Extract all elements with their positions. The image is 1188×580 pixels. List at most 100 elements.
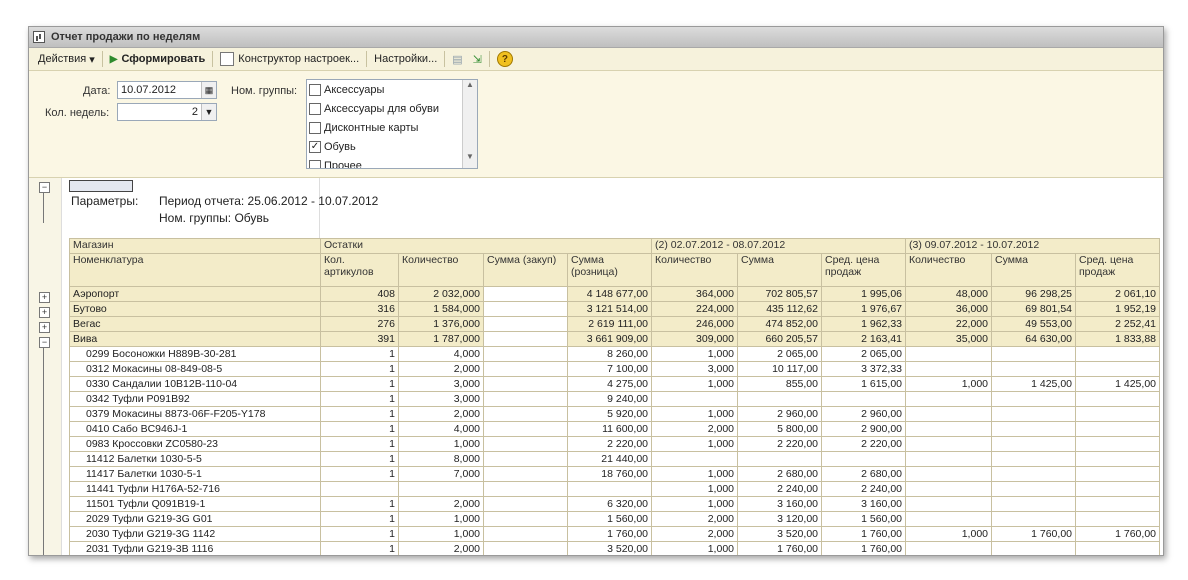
group-item[interactable]: Прочее	[307, 156, 477, 168]
checkbox[interactable]	[309, 83, 321, 96]
store-row[interactable]: Вегас 276 1 376,000 2 619 111,00 246,000 474 …	[69, 316, 1160, 332]
table-row[interactable]: 11441 Туфли H176A-52-716 1,000 2 240,00 2 2…	[69, 481, 1160, 497]
groups-param-text: Ном. группы: Обувь	[159, 211, 270, 225]
cell: 96 298,25	[991, 286, 1076, 302]
collapse-icon[interactable]: −	[39, 182, 50, 193]
table-row[interactable]: 11417 Балетки 1030-5-1 1 7,000 18 760,00 1,0…	[69, 466, 1160, 482]
table-row[interactable]: 0379 Мокасины 8873-06F-F205-Y178 1 2,000 5 …	[69, 406, 1160, 422]
group-item[interactable]: Дисконтные карты	[307, 118, 477, 137]
item-name: 0983 Кроссовки ZC0580-23	[69, 436, 321, 452]
cell	[1075, 481, 1160, 497]
scrollbar[interactable]: ▲ ▼	[462, 80, 477, 168]
save-settings-button[interactable]: ⇲	[468, 49, 487, 69]
cell: 1,000	[398, 526, 484, 542]
cell: 2 680,00	[737, 466, 822, 482]
report-icon	[33, 31, 45, 43]
cell	[1075, 466, 1160, 482]
table-row[interactable]: 11501 Туфли Q091B19-1 1 2,000 6 320,00 1,000…	[69, 496, 1160, 512]
item-name: 11412 Балетки 1030-5-5	[69, 451, 321, 467]
cell: 35,000	[905, 331, 992, 347]
checkbox-checked[interactable]: ✓	[309, 140, 321, 153]
group-item[interactable]: ✓ Обувь	[307, 137, 477, 156]
store-row[interactable]: Аэропорт 408 2 032,000 4 148 677,00 364,000 7…	[69, 286, 1160, 302]
table-row[interactable]: 0312 Мокасины 08-849-08-5 1 2,000 7 100,00 3…	[69, 361, 1160, 377]
cell	[483, 406, 568, 422]
subheader-row: Номенклатура Кол. артикулов Количество С…	[69, 253, 1160, 287]
store-name: Бутово	[69, 301, 321, 317]
cell: 3 372,33	[821, 361, 906, 377]
table-row[interactable]: 0330 Сандалии 10B12B-110-04 1 3,000 4 275,0…	[69, 376, 1160, 392]
scroll-up-icon[interactable]: ▲	[463, 80, 477, 96]
constructor-button[interactable]: Конструктор настроек...	[215, 49, 364, 69]
chevron-down-icon[interactable]: ▼	[201, 104, 216, 120]
weeks-field[interactable]: 2 ▼	[117, 103, 217, 121]
table-row[interactable]: 2031 Туфли G219-3B 1116 1 2,000 3 520,00 1,0…	[69, 541, 1160, 555]
cell: 1	[320, 376, 399, 392]
help-button[interactable]: ?	[492, 49, 518, 69]
checkbox[interactable]	[309, 102, 321, 115]
cell: 1	[320, 406, 399, 422]
cell	[821, 451, 906, 467]
cell	[991, 406, 1076, 422]
cell: 309,000	[651, 331, 738, 347]
expand-icon[interactable]: +	[39, 307, 50, 318]
cell: 1,000	[398, 511, 484, 527]
col-stock: Остатки	[320, 238, 652, 254]
cell: 3 160,00	[737, 496, 822, 512]
table-row[interactable]: 2029 Туфли G219-3G G01 1 1,000 1 560,00 2,00…	[69, 511, 1160, 527]
table-row[interactable]: 2030 Туфли G219-3G 1142 1 1,000 1 760,00 2,0…	[69, 526, 1160, 542]
cell	[905, 481, 992, 497]
report-table-wrap: Магазин Остатки (2) 02.07.2012 - 08.07.2…	[69, 238, 1161, 555]
checkbox[interactable]	[309, 159, 321, 168]
settings-form: Дата: 10.07.2012 ▦ Кол. недель: 2 ▼ Ном.…	[29, 71, 1163, 179]
expand-icon[interactable]: +	[39, 322, 50, 333]
report-parameters: Параметры: Период отчета: 25.06.2012 - 1…	[69, 178, 1163, 238]
date-field[interactable]: 10.07.2012 ▦	[117, 81, 217, 99]
cell: 1 760,00	[737, 541, 822, 555]
cell: 1 976,67	[821, 301, 906, 317]
load-settings-button[interactable]: ▤	[447, 49, 467, 69]
cell	[483, 301, 568, 317]
cell: 1 760,00	[821, 541, 906, 555]
table-row[interactable]: 0410 Сабо BC946J-1 1 4,000 11 600,00 2,000 5 …	[69, 421, 1160, 437]
cell: 1,000	[651, 346, 738, 362]
table-row[interactable]: 0299 Босоножки H889B-30-281 1 4,000 8 260,0…	[69, 346, 1160, 362]
item-name: 2031 Туфли G219-3B 1116	[69, 541, 321, 555]
cell	[483, 316, 568, 332]
cell	[483, 391, 568, 407]
cell: 1	[320, 346, 399, 362]
cell	[991, 346, 1076, 362]
report-area[interactable]: − + + + − Параметры: Период отчета: 25.0…	[29, 177, 1163, 555]
cell	[905, 451, 992, 467]
table-row[interactable]: 0342 Туфли P091B92 1 3,000 9 240,00	[69, 391, 1160, 407]
report-title-cell	[69, 180, 133, 192]
settings-button[interactable]: Настройки...	[369, 49, 442, 69]
collapse-icon[interactable]: −	[39, 337, 50, 348]
cell	[991, 481, 1076, 497]
checkbox[interactable]	[309, 121, 321, 134]
calendar-icon[interactable]: ▦	[201, 82, 216, 98]
cell	[483, 286, 568, 302]
cell: 408	[320, 286, 399, 302]
cell	[1075, 361, 1160, 377]
params-label: Параметры:	[71, 194, 139, 208]
generate-button[interactable]: ▶ Сформировать	[105, 49, 211, 69]
col-w2-qty: Количество	[651, 253, 738, 287]
group-item[interactable]: Аксессуары	[307, 80, 477, 99]
groups-list[interactable]: Аксессуары Аксессуары для обуви Дисконтн…	[306, 79, 478, 169]
cell	[651, 391, 738, 407]
cell: 2,000	[651, 511, 738, 527]
grouping-gutter: − + + + −	[29, 178, 62, 555]
store-row[interactable]: Бутово 316 1 584,000 3 121 514,00 224,000 435…	[69, 301, 1160, 317]
item-name: 0379 Мокасины 8873-06F-F205-Y178	[69, 406, 321, 422]
group-item[interactable]: Аксессуары для обуви	[307, 99, 477, 118]
scroll-down-icon[interactable]: ▼	[463, 152, 477, 168]
cell: 1,000	[651, 436, 738, 452]
header-row: Магазин Остатки (2) 02.07.2012 - 08.07.2…	[69, 238, 1160, 254]
expand-icon[interactable]: +	[39, 292, 50, 303]
actions-menu[interactable]: Действия ▾	[33, 49, 100, 69]
store-row[interactable]: Вива 391 1 787,000 3 661 909,00 309,000 660 2…	[69, 331, 1160, 347]
table-row[interactable]: 0983 Кроссовки ZC0580-23 1 1,000 2 220,00 1,…	[69, 436, 1160, 452]
title-bar: Отчет продажи по неделям	[29, 27, 1163, 48]
table-row[interactable]: 11412 Балетки 1030-5-5 1 8,000 21 440,00	[69, 451, 1160, 467]
